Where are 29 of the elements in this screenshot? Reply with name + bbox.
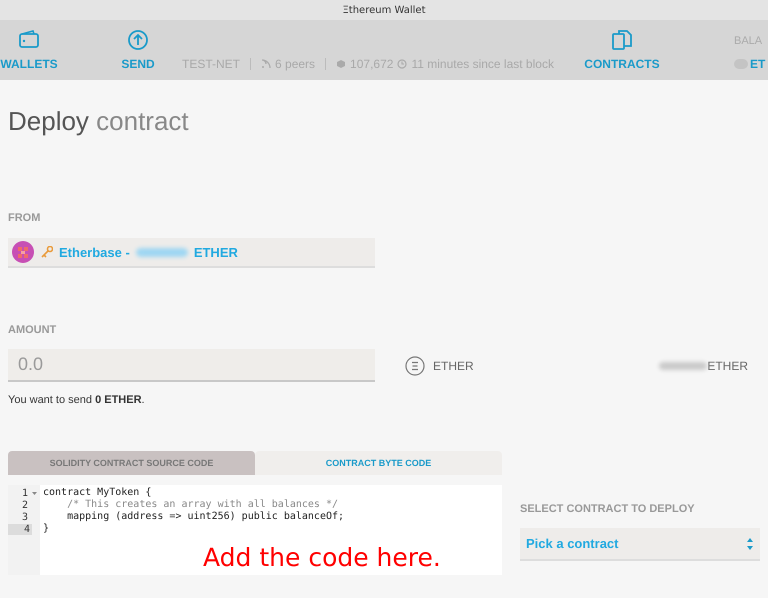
code-editor[interactable]: 1 2 3 4 contract MyToken { /* This creates an array with all balances */ mapping (address => uint256) public balanceOf; } Add the code here.	[8, 485, 502, 575]
balance-unit: ETHER	[707, 358, 748, 372]
field-label: FROM	[8, 212, 42, 224]
line-number: 4	[8, 524, 32, 534]
balance-unit: ETHER	[194, 244, 238, 260]
code-line: /* This creates an array with all balances */	[66, 499, 340, 511]
balance-unit: ET	[750, 57, 766, 71]
line-number: 1	[20, 488, 29, 498]
amount-field[interactable]: 0.0	[8, 349, 375, 382]
page-heading: Deploy contract	[8, 106, 190, 137]
tab[interactable]: CONTRACT BYTE CODE	[255, 451, 502, 475]
account-name: Etherbase -	[59, 244, 130, 260]
currency-label: ETHER	[433, 358, 474, 372]
nav-item[interactable]: WALLETS	[0, 29, 60, 71]
window-title: Ξthereum Wallet	[342, 4, 426, 16]
code-line: mapping (address => uint256) public balanceOf;	[66, 511, 346, 523]
field-label: AMOUNT	[8, 324, 58, 336]
annotation-text: Add the code here.	[203, 543, 441, 572]
line-number: 2	[20, 500, 29, 510]
code-line: }	[43, 523, 50, 535]
tab[interactable]: SOLIDITY CONTRACT SOURCE CODE	[8, 451, 255, 475]
account-select[interactable]: Etherbase - ETHER	[8, 238, 375, 268]
line-number: 3	[20, 512, 29, 522]
contract-select[interactable]: Pick a contract	[520, 528, 760, 561]
send-summary: You want to send 0 ETHER.	[8, 394, 146, 406]
field-label: SELECT CONTRACT TO DEPLOY	[520, 503, 696, 515]
nav-item[interactable]: SEND	[118, 29, 158, 71]
nav-item[interactable]: CONTRACTS	[582, 29, 662, 71]
code-line: contract MyToken {	[43, 487, 152, 499]
